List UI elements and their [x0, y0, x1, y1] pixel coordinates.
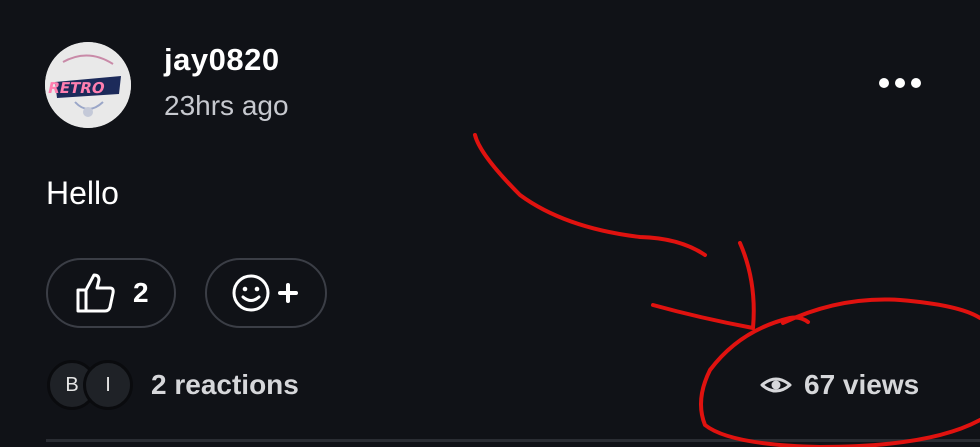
more-options-button[interactable] [868, 60, 932, 106]
post-text: Hello [46, 175, 119, 211]
reactor-avatar[interactable]: I [83, 360, 133, 410]
like-button[interactable]: 2 [46, 258, 176, 328]
annotation-arrow-head [651, 241, 756, 330]
thumbs-up-icon [76, 273, 115, 313]
author-username[interactable]: jay0820 [164, 42, 280, 78]
reactions-summary[interactable]: 2 reactions [151, 369, 299, 401]
more-horizontal-icon [879, 78, 921, 88]
post-timestamp: 23hrs ago [164, 90, 289, 121]
like-count: 2 [133, 277, 149, 308]
svg-text:RETRO: RETRO [46, 79, 106, 97]
eye-icon [760, 377, 792, 393]
smiley-plus-icon [232, 274, 298, 312]
post-card: RETRO jay0820 23hrs ago Hello 2 B I 2 re… [0, 0, 980, 447]
avatar-image: RETRO [45, 42, 131, 128]
divider [46, 439, 980, 442]
views-counter: 67 views [760, 369, 919, 401]
annotation-arrow-shaft [473, 133, 707, 257]
views-count: 67 views [804, 369, 920, 400]
add-reaction-button[interactable] [205, 258, 327, 328]
author-avatar[interactable]: RETRO [45, 42, 131, 128]
